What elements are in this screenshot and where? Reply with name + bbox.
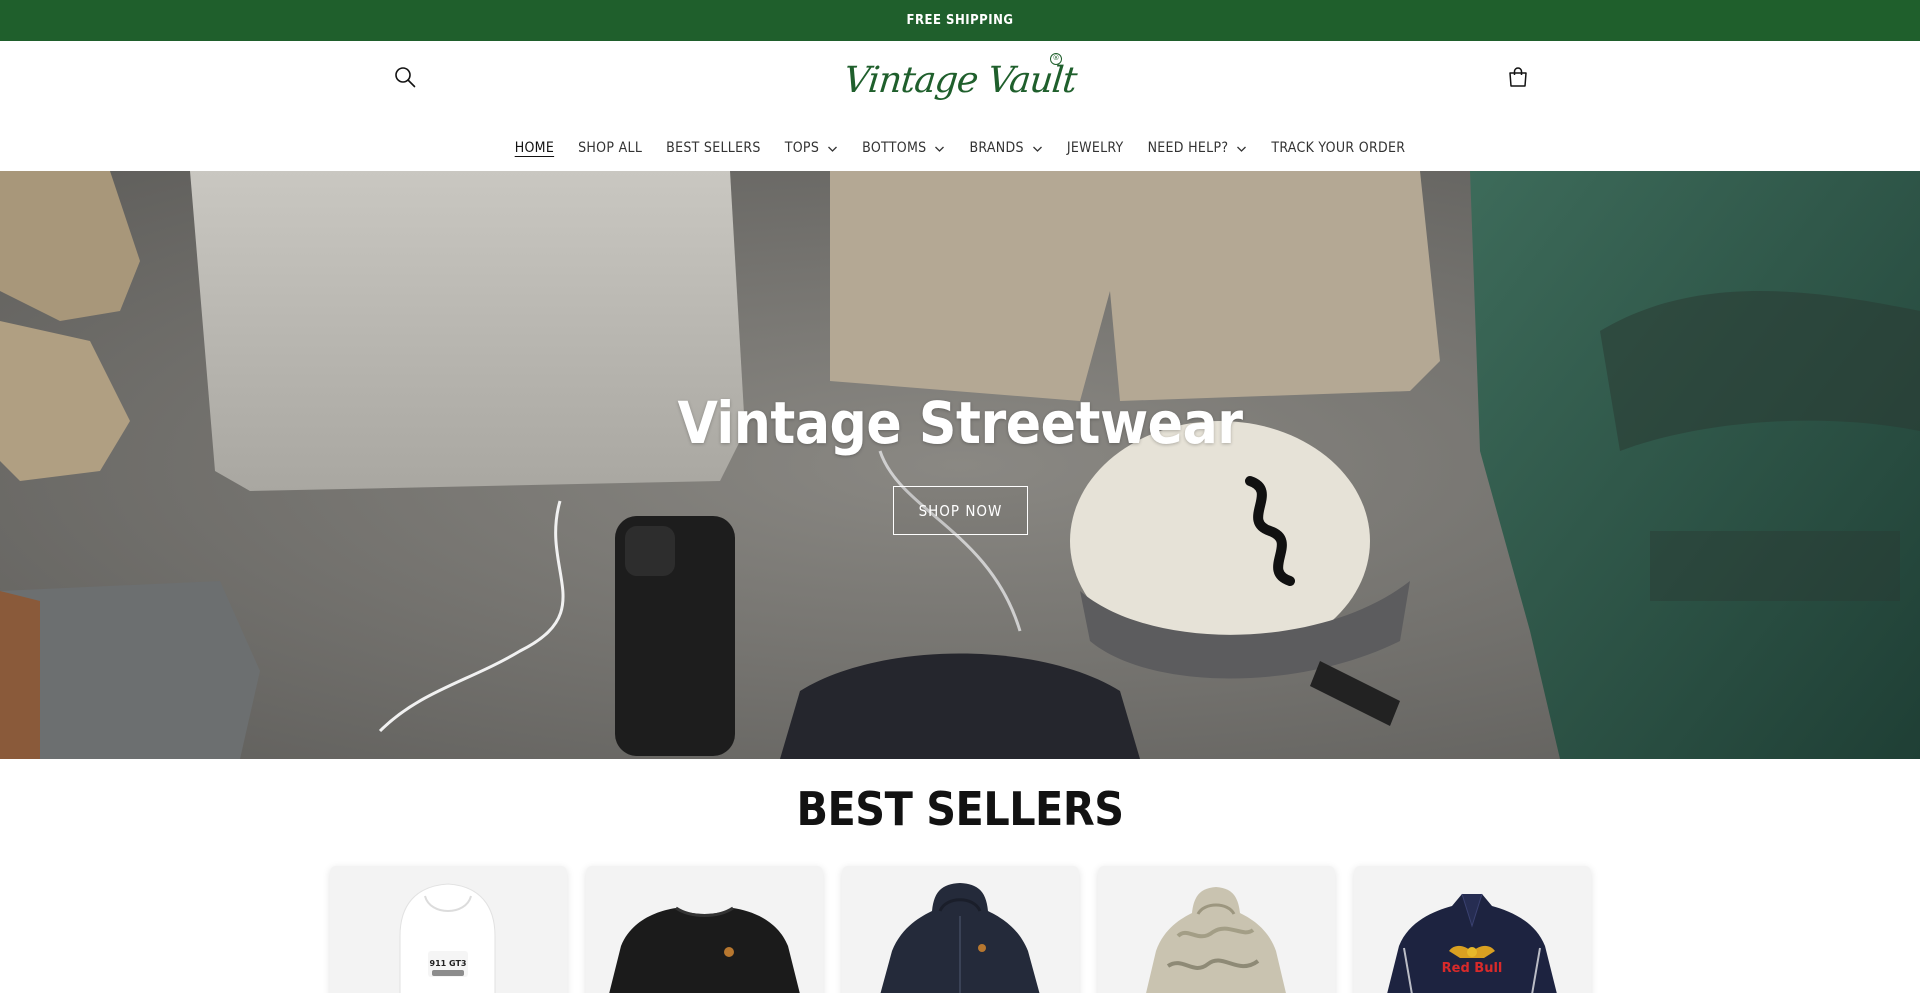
cart-icon (1509, 67, 1527, 87)
product-image-white-hoodie: 911 GT3 (399, 883, 496, 993)
search-button[interactable] (385, 57, 425, 97)
logo-registered-mark: ® (1050, 53, 1062, 65)
best-sellers-title: BEST SELLERS (796, 782, 1124, 836)
nav-item-label: JEWELRY (1066, 140, 1124, 156)
product-image-navy-zip-hoodie (880, 883, 1040, 993)
nav-item-label: BRANDS (969, 140, 1024, 156)
nav-item-brands[interactable]: BRANDS (957, 125, 1054, 171)
shop-now-button[interactable]: SHOP NOW (893, 486, 1028, 535)
chevron-down-icon (827, 143, 838, 154)
nav-item-shop-all[interactable]: SHOP ALL (566, 125, 654, 171)
chevron-down-icon (934, 143, 945, 154)
search-icon (395, 67, 416, 88)
nav-item-track-your-order[interactable]: TRACK YOUR ORDER (1259, 125, 1417, 171)
product-card-2[interactable] (586, 866, 823, 993)
product-card-4[interactable] (1098, 866, 1335, 993)
product-graphic-text: Red Bull (1442, 961, 1503, 976)
product-card-5[interactable]: Red Bull (1354, 866, 1591, 993)
nav-item-label: BEST SELLERS (666, 140, 761, 156)
nav-item-best-sellers[interactable]: BEST SELLERS (654, 125, 773, 171)
nav-item-label: BOTTOMS (862, 140, 927, 156)
nav-item-home[interactable]: HOME (503, 125, 566, 171)
logo-text: Vintage Vault (841, 59, 1079, 101)
cart-button[interactable] (1498, 57, 1538, 97)
announcement-text: FREE SHIPPING (906, 13, 1014, 28)
product-card-3[interactable] (842, 866, 1079, 993)
announcement-bar: FREE SHIPPING (0, 0, 1920, 41)
nav-item-jewelry[interactable]: JEWELRY (1055, 125, 1136, 171)
product-card-1[interactable]: 911 GT3 (330, 866, 567, 993)
product-image-black-crewneck (609, 906, 800, 993)
chevron-down-icon (1032, 143, 1043, 154)
nav-item-tops[interactable]: TOPS (773, 125, 850, 171)
nav-item-label: NEED HELP? (1147, 140, 1229, 156)
nav-item-label: TOPS (784, 140, 820, 156)
product-image-camo-hoodie (1146, 887, 1286, 993)
nav-item-need-help[interactable]: NEED HELP? (1136, 125, 1260, 171)
main-nav: HOME SHOP ALL BEST SELLERS TOPS BOTTOMS BRAND… (0, 125, 1920, 171)
logo[interactable]: Vintage Vault ® (842, 51, 1078, 109)
hero-title: Vintage Streetwear (677, 389, 1243, 457)
nav-item-label: SHOP ALL (578, 140, 643, 156)
nav-item-label: HOME (514, 140, 555, 156)
hero-banner: Vintage Streetwear SHOP NOW (0, 171, 1920, 759)
nav-item-bottoms[interactable]: BOTTOMS (850, 125, 957, 171)
site-header: Vintage Vault ® HOME SHOP ALL BEST SELLERS… (0, 41, 1920, 171)
chevron-down-icon (1236, 143, 1247, 154)
product-image-racing-jacket: Red Bull (1387, 893, 1557, 993)
nav-item-label: TRACK YOUR ORDER (1271, 140, 1406, 156)
product-graphic-text: 911 GT3 (430, 959, 467, 968)
hero-image (0, 171, 1920, 759)
